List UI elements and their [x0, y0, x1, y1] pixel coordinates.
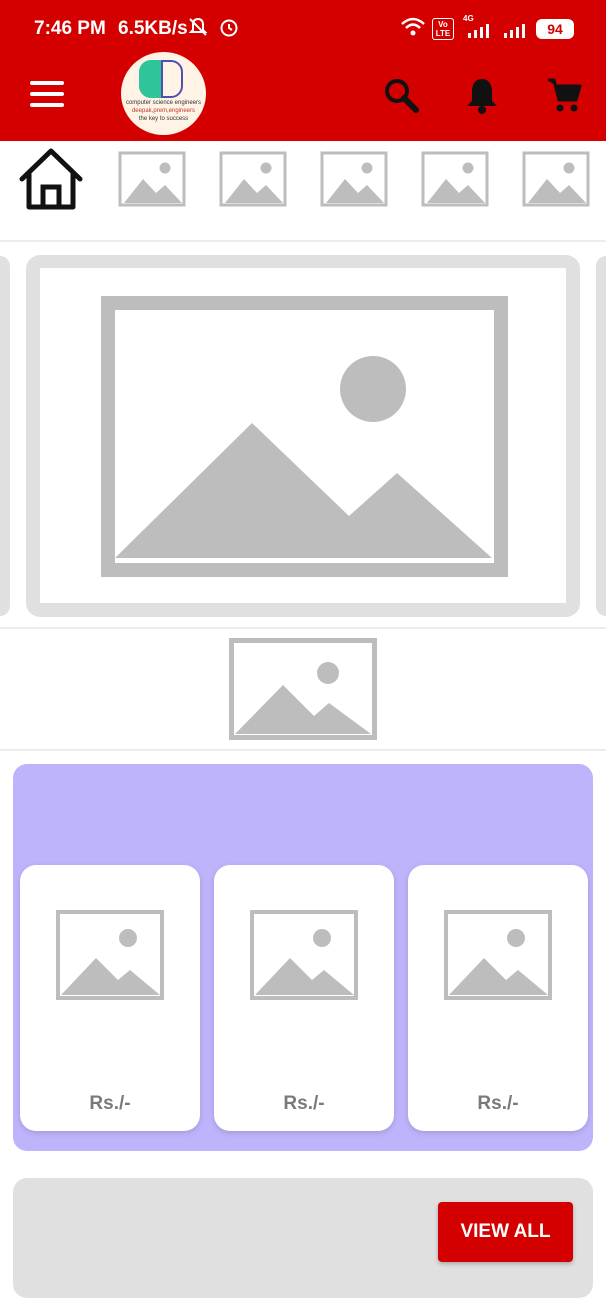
- product-price: Rs./-: [477, 1093, 519, 1114]
- menu-icon[interactable]: [30, 81, 64, 107]
- category-image-placeholder[interactable]: [219, 151, 287, 207]
- brand-logo[interactable]: computer science engineers deepak,prem,e…: [121, 52, 206, 135]
- top-app-header: 7:46 PM 6.5KB/s Vo LTE 4G 94 computer sc…: [0, 0, 606, 141]
- search-icon[interactable]: [382, 76, 420, 119]
- alarm-icon: [218, 16, 240, 43]
- logo-line-1: computer science engineers: [125, 100, 202, 106]
- banner-carousel: [0, 244, 606, 629]
- view-all-button[interactable]: VIEW ALL: [438, 1202, 573, 1262]
- battery-indicator: 94: [536, 19, 574, 39]
- product-price: Rs./-: [283, 1093, 325, 1114]
- category-strip: [0, 141, 606, 242]
- status-network-speed: 6.5KB/s: [118, 18, 188, 39]
- category-image-placeholder[interactable]: [320, 151, 388, 207]
- volte-icon: Vo LTE: [432, 18, 454, 40]
- cart-icon[interactable]: [546, 76, 582, 119]
- promo-image-section: [0, 629, 606, 751]
- bell-muted-icon: [187, 16, 209, 43]
- category-image-placeholder[interactable]: [118, 151, 186, 207]
- product-card[interactable]: Rs./-: [214, 865, 394, 1131]
- product-card[interactable]: Rs./-: [408, 865, 588, 1131]
- bell-icon[interactable]: [464, 76, 500, 119]
- logo-line-3: the key to success: [138, 116, 189, 122]
- carousel-next-peek[interactable]: [596, 256, 606, 616]
- banner-card[interactable]: [26, 255, 580, 617]
- product-image-placeholder: [56, 910, 164, 1000]
- home-icon[interactable]: [16, 145, 86, 215]
- bottom-section: VIEW ALL: [13, 1178, 593, 1298]
- signal-icon-2: [502, 22, 530, 43]
- product-image-placeholder: [250, 910, 358, 1000]
- promo-image-placeholder[interactable]: [229, 638, 377, 740]
- banner-image: [40, 268, 566, 603]
- wifi-icon: [400, 16, 426, 43]
- product-card[interactable]: Rs./-: [20, 865, 200, 1131]
- logo-line-2: deepak,prem,engineers: [131, 108, 196, 114]
- carousel-prev-peek[interactable]: [0, 256, 10, 616]
- deals-section: Rs./- Rs./- Rs./-: [13, 764, 593, 1151]
- product-image-placeholder: [444, 910, 552, 1000]
- category-image-placeholder[interactable]: [522, 151, 590, 207]
- product-price: Rs./-: [89, 1093, 131, 1114]
- app-bar: computer science engineers deepak,prem,e…: [0, 50, 606, 141]
- category-image-placeholder[interactable]: [421, 151, 489, 207]
- status-time: 7:46 PM: [34, 18, 106, 39]
- signal-icon: [466, 22, 494, 43]
